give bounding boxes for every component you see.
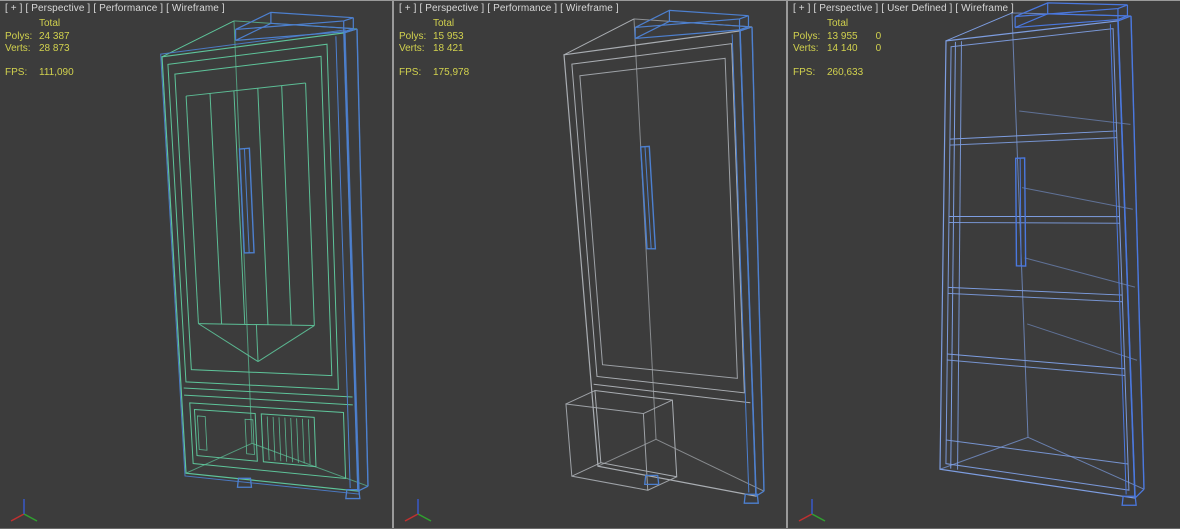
stat-fps-row: FPS: 111,090 xyxy=(5,66,74,78)
viewport-mode-menu[interactable]: [ Performance ] xyxy=(487,3,557,14)
viewport-label: [ + ][ Perspective ][ User Defined ][ Wi… xyxy=(793,3,1017,14)
stat-verts-row: Verts: 18 421 xyxy=(399,43,464,54)
viewport-label: [ + ][ Perspective ][ Performance ][ Wir… xyxy=(5,3,228,14)
world-axis-icon xyxy=(798,499,826,522)
viewport-pov-menu[interactable]: [ Perspective ] xyxy=(813,3,878,14)
viewport-layout: [ + ][ Perspective ][ Performance ][ Wir… xyxy=(0,0,1180,529)
stat-fps-row: FPS: 175,978 xyxy=(399,66,470,78)
viewport-plus-menu[interactable]: [ + ] xyxy=(5,3,22,14)
viewport-statistics: Total Polys: 15 953 Verts: 18 421 FPS: 175,… xyxy=(399,18,482,79)
fridge-wireframe-model[interactable] xyxy=(394,1,786,528)
viewport-perspective-3[interactable]: [ + ][ Perspective ][ User Defined ][ Wi… xyxy=(788,1,1180,528)
viewport-label: [ + ][ Perspective ][ Performance ][ Wir… xyxy=(399,3,622,14)
stat-total-row: Total xyxy=(827,18,849,29)
stat-total-row: Total xyxy=(433,18,455,29)
fridge-wireframe-model[interactable] xyxy=(788,1,1180,528)
stat-total-row: Total xyxy=(39,18,61,29)
stat-polys-row: Polys: 13 955 0 xyxy=(793,30,882,42)
fridge-wireframe-model[interactable] xyxy=(0,1,392,528)
stat-polys-row: Polys: 24 387 xyxy=(5,30,70,42)
viewport-perspective-1[interactable]: [ + ][ Perspective ][ Performance ][ Wir… xyxy=(0,1,394,528)
viewport-pov-menu[interactable]: [ Perspective ] xyxy=(419,3,484,14)
stat-polys-row: Polys: 15 953 xyxy=(399,30,464,42)
viewport-pov-menu[interactable]: [ Perspective ] xyxy=(25,3,90,14)
viewport-shading-menu[interactable]: [ Wireframe ] xyxy=(560,3,619,14)
viewport-shading-menu[interactable]: [ Wireframe ] xyxy=(955,3,1014,14)
viewport-plus-menu[interactable]: [ + ] xyxy=(793,3,810,14)
world-axis-icon xyxy=(10,499,38,522)
viewport-statistics: Total Polys: 13 955 0 Verts: 14 140 0 FPS: 26… xyxy=(793,18,881,79)
world-axis-icon xyxy=(404,499,432,522)
viewport-statistics: Total Polys: 24 387 Verts: 28 873 FPS: 111,… xyxy=(5,18,88,79)
viewport-mode-menu[interactable]: [ Performance ] xyxy=(93,3,163,14)
viewport-perspective-2[interactable]: [ + ][ Perspective ][ Performance ][ Wir… xyxy=(394,1,788,528)
viewport-shading-menu[interactable]: [ Wireframe ] xyxy=(166,3,225,14)
stat-fps-row: FPS: 260,633 xyxy=(793,66,864,78)
stat-verts-row: Verts: 14 140 0 xyxy=(793,43,882,54)
viewport-plus-menu[interactable]: [ + ] xyxy=(399,3,416,14)
viewport-mode-menu[interactable]: [ User Defined ] xyxy=(881,3,952,14)
stat-verts-row: Verts: 28 873 xyxy=(5,43,70,54)
